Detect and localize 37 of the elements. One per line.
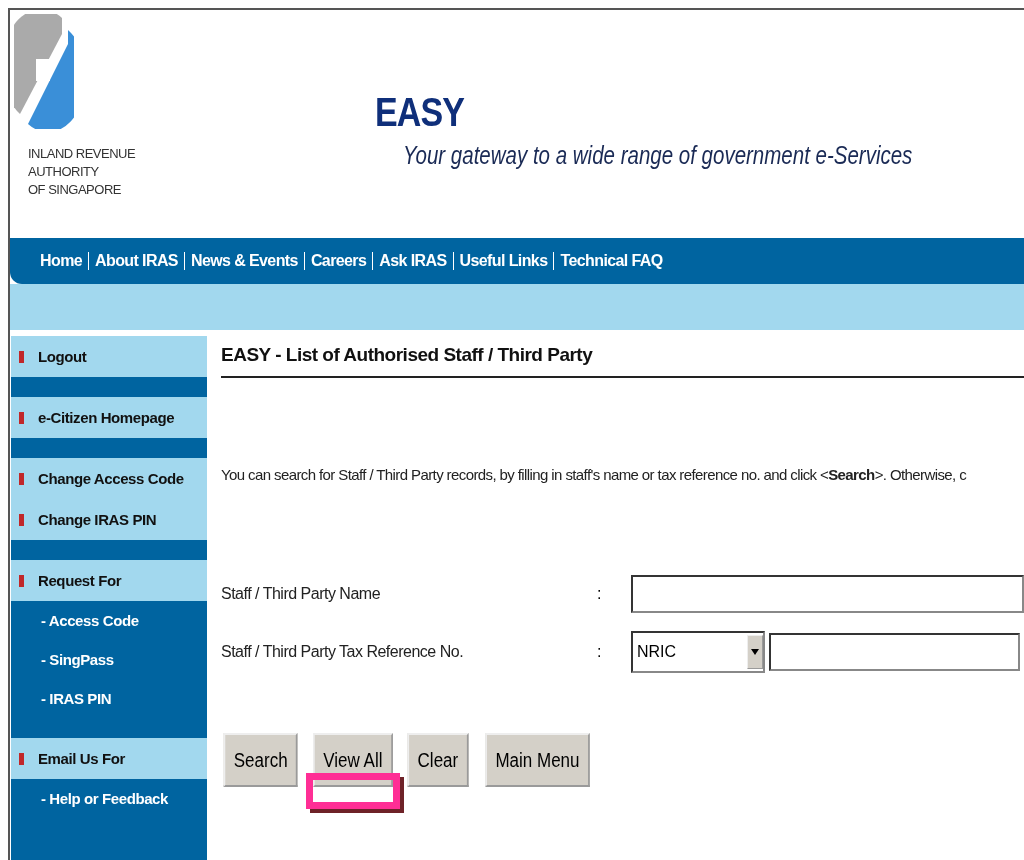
site-title: EASY [374, 90, 464, 135]
tagline: Your gateway to a wide range of government e-Services [402, 141, 913, 170]
field-label: Staff / Third Party Name [221, 585, 382, 603]
bullet-icon [19, 411, 24, 424]
nav-link[interactable]: Careers [304, 252, 373, 270]
sidebar-item[interactable]: Logout [11, 336, 207, 377]
colon: : [597, 585, 603, 603]
bullet-icon [19, 574, 24, 587]
form-button[interactable]: Main Menu [485, 733, 590, 787]
sidebar-item[interactable]: Email Us For [11, 738, 207, 779]
sidebar-item[interactable]: Change Access Code [11, 458, 207, 499]
colon: : [597, 643, 603, 661]
bullet-icon [19, 513, 24, 526]
nav-link[interactable]: Useful Links [453, 252, 554, 270]
sidebar-item[interactable]: e-Citizen Homepage [11, 397, 207, 438]
dropdown-icon [747, 635, 763, 669]
nav-link[interactable]: News & Events [184, 252, 304, 270]
instruction-text: You can search for Staff / Third Party records, by filling in staff's name or tax reference no. and click <Search>. Otherwise, c [221, 466, 968, 483]
logo-text: INLAND REVENUE [27, 145, 137, 163]
form-button[interactable]: Clear [407, 733, 469, 787]
bullet-icon [19, 350, 24, 363]
logo-text: AUTHORITY [27, 163, 100, 181]
nav-link[interactable]: About IRAS [89, 252, 184, 270]
nav-link[interactable]: Ask IRAS [373, 252, 453, 270]
nav-link[interactable]: Technical FAQ [554, 252, 669, 270]
input-field[interactable] [631, 575, 1024, 613]
type-select[interactable]: NRIC [631, 631, 765, 673]
logo-text: OF SINGAPORE [27, 181, 122, 199]
bullet-icon [19, 472, 24, 485]
nav-link[interactable]: Home [34, 252, 89, 270]
input-field[interactable] [769, 633, 1020, 671]
field-label: Staff / Third Party Tax Reference No. [221, 643, 465, 661]
page-heading: EASY - List of Authorised Staff / Third Party [221, 344, 1024, 378]
bullet-icon [19, 752, 24, 765]
logo-icon [14, 14, 74, 129]
sidebar-item[interactable]: Change IRAS PIN [11, 499, 207, 540]
form-button[interactable]: Search [223, 733, 298, 787]
